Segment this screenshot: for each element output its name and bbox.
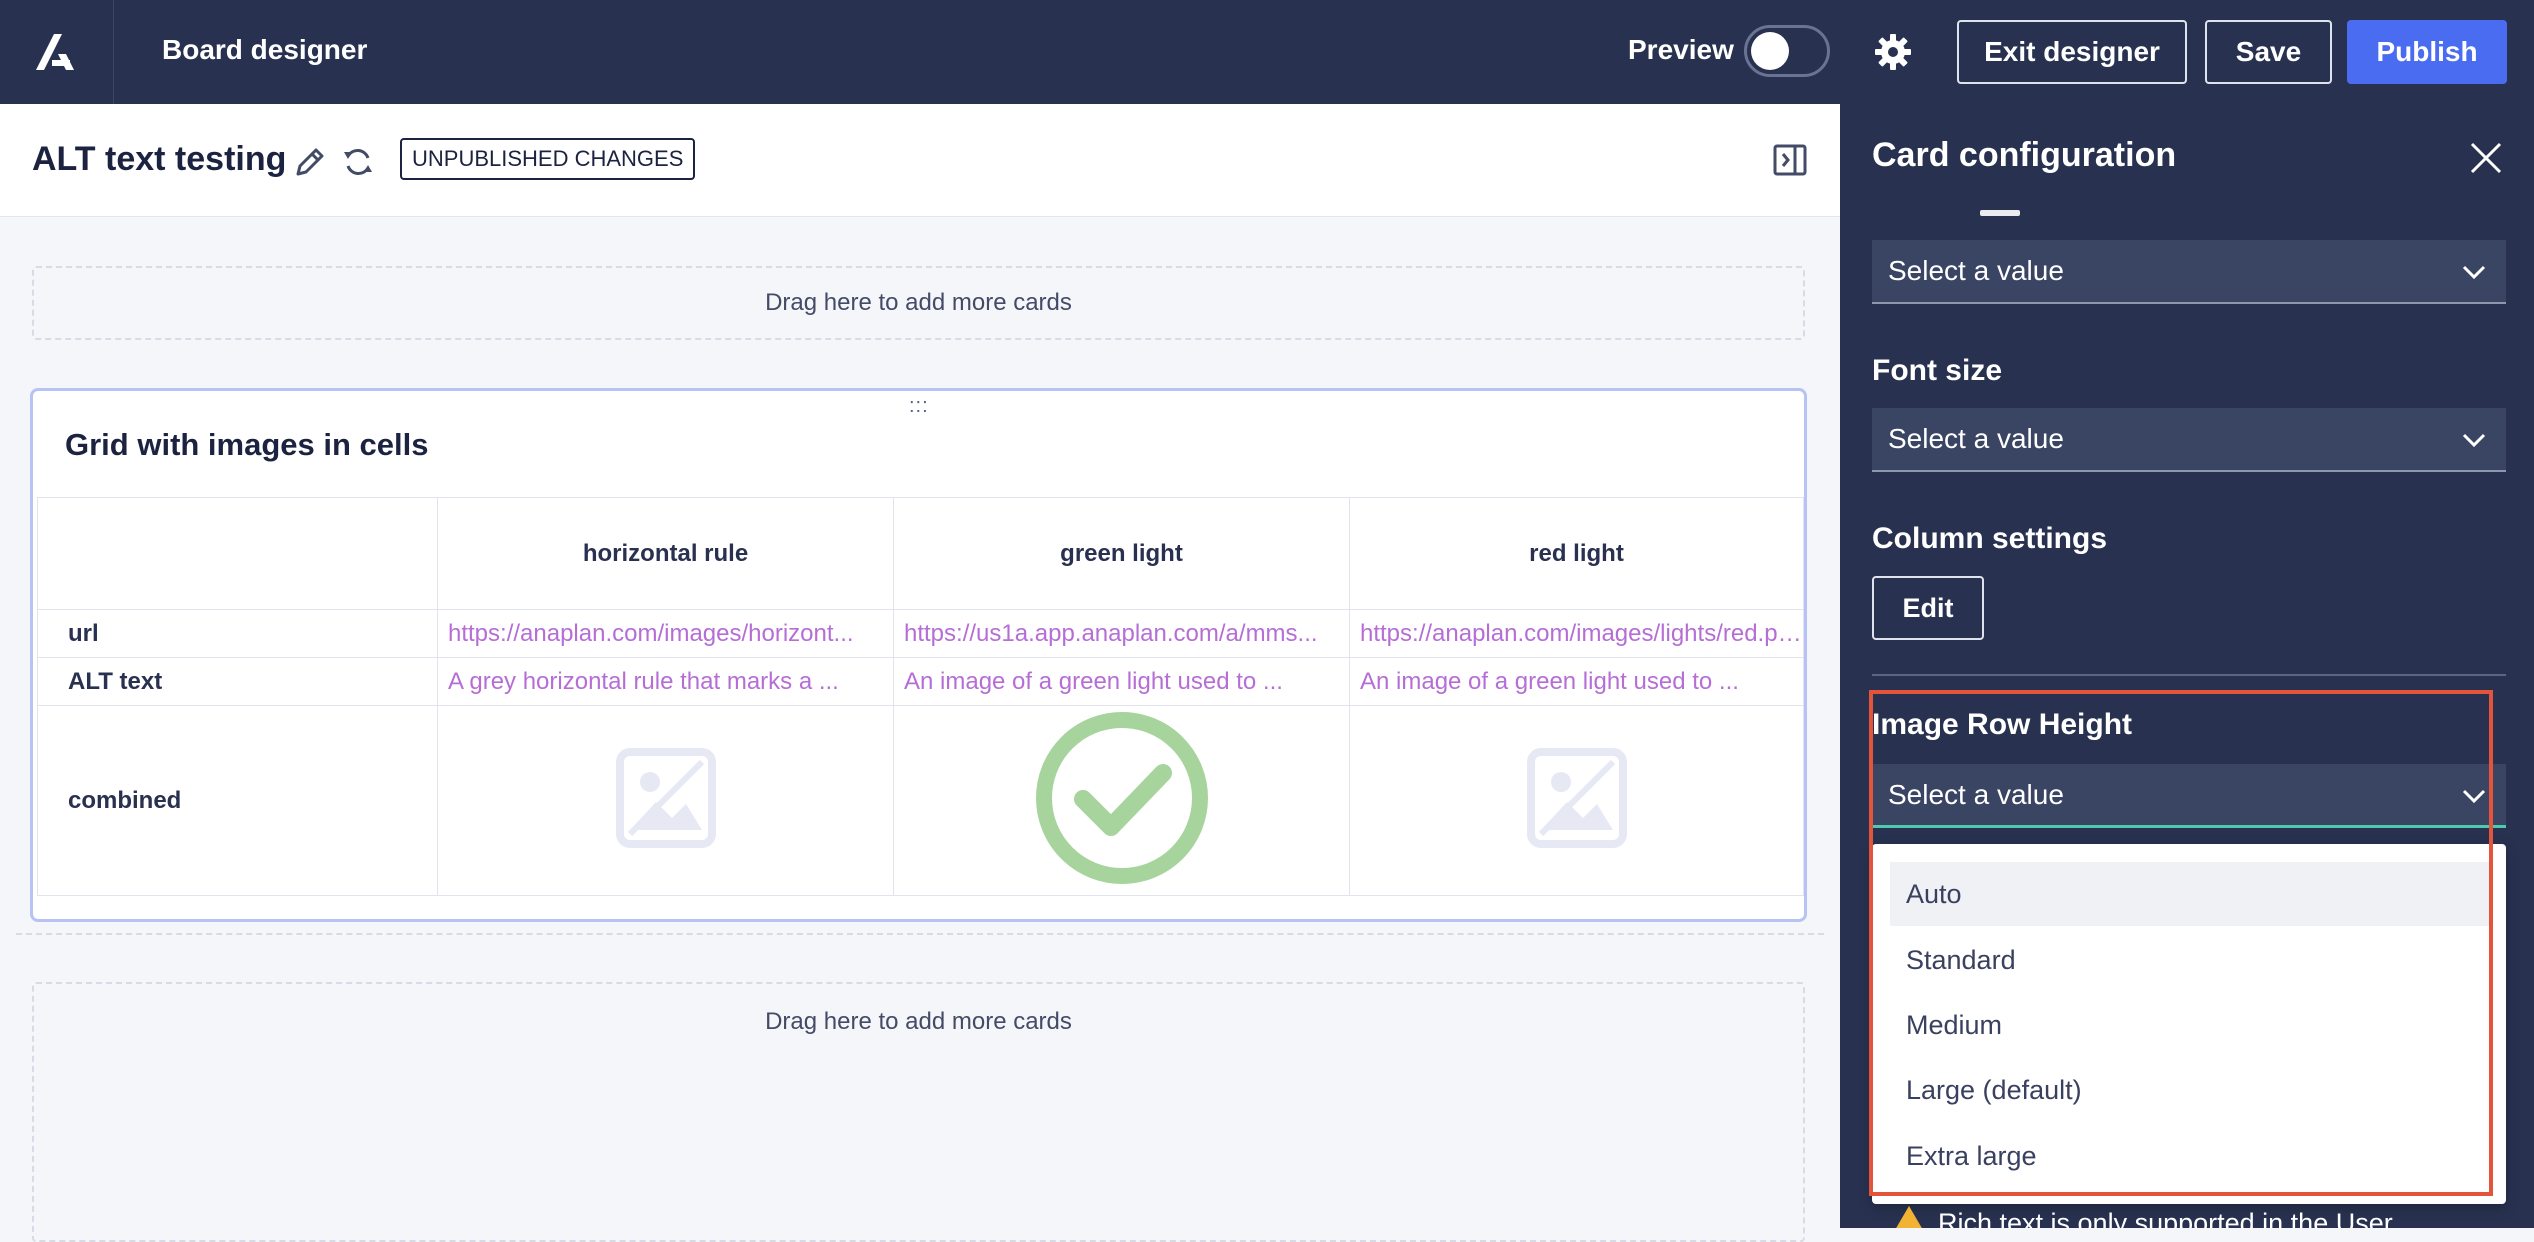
toggle-knob bbox=[1751, 32, 1789, 70]
select-value: Select a value bbox=[1888, 423, 2064, 454]
refresh-icon[interactable] bbox=[340, 144, 376, 180]
board-canvas: ALT text testing UNPUBLISHED CHANGES Dra… bbox=[0, 104, 1840, 1242]
corner-cell bbox=[37, 497, 438, 610]
image-placeholder-icon bbox=[1526, 748, 1627, 848]
card-title: Grid with images in cells bbox=[65, 427, 429, 462]
select-value: Select a value bbox=[1888, 255, 2064, 286]
table-row: url https://anaplan.com/images/horizont.… bbox=[37, 609, 1804, 658]
panel-title: Card configuration bbox=[1872, 136, 2177, 174]
row-header: url bbox=[37, 609, 438, 658]
chevron-down-icon bbox=[2462, 789, 2486, 804]
option-auto[interactable]: Auto bbox=[1890, 862, 2490, 926]
collapse-panel-icon[interactable] bbox=[1772, 142, 1808, 178]
data-grid: horizontal rule green light red light ur… bbox=[37, 497, 1804, 896]
image-row-height-options: Auto Standard Medium Large (default) Ext… bbox=[1872, 844, 2506, 1204]
table-row: ALT text A grey horizontal rule that mar… bbox=[37, 657, 1804, 706]
column-settings-label: Column settings bbox=[1872, 522, 2108, 555]
url-cell[interactable]: https://us1a.app.anaplan.com/a/mms... bbox=[893, 609, 1350, 658]
unpublished-changes-badge: UNPUBLISHED CHANGES bbox=[400, 138, 696, 180]
column-header[interactable]: red light bbox=[1349, 497, 1804, 610]
alt-text-cell[interactable]: An image of a green light used to ... bbox=[1349, 657, 1804, 706]
url-cell[interactable]: https://anaplan.com/images/horizont... bbox=[437, 609, 894, 658]
board-title: ALT text testing bbox=[32, 140, 287, 178]
preview-toggle[interactable] bbox=[1744, 25, 1830, 77]
pencil-icon[interactable] bbox=[292, 144, 328, 180]
chevron-down-icon bbox=[2462, 265, 2486, 280]
top-bar: Board designer Preview Exit designer Sav… bbox=[0, 0, 2534, 104]
exit-designer-button[interactable]: Exit designer bbox=[1957, 20, 2187, 84]
chevron-down-icon bbox=[2462, 433, 2486, 448]
table-row: combined bbox=[37, 705, 1804, 896]
warning-icon bbox=[1896, 1206, 1922, 1228]
preview-label: Preview bbox=[1628, 34, 1734, 65]
board-header: ALT text testing UNPUBLISHED CHANGES bbox=[0, 104, 1840, 217]
clipped-label bbox=[1872, 208, 2172, 218]
dropzone-bottom[interactable]: Drag here to add more cards bbox=[32, 982, 1805, 1242]
option-medium[interactable]: Medium bbox=[1890, 993, 2490, 1057]
image-cell[interactable] bbox=[893, 705, 1350, 896]
option-large[interactable]: Large (default) bbox=[1890, 1058, 2490, 1122]
app-title: Board designer bbox=[162, 34, 368, 65]
image-cell[interactable] bbox=[437, 705, 894, 896]
select-value: Select a value bbox=[1888, 778, 2064, 810]
url-cell[interactable]: https://anaplan.com/images/lights/red.pn… bbox=[1349, 609, 1804, 658]
section-divider bbox=[1872, 674, 2506, 676]
logo-icon bbox=[35, 34, 74, 70]
rich-text-hint: Rich text is only supported in the User bbox=[1938, 1208, 2393, 1228]
row-header: ALT text bbox=[37, 657, 438, 706]
close-icon[interactable] bbox=[2466, 138, 2506, 178]
gear-icon[interactable] bbox=[1871, 30, 1915, 74]
anaplan-logo[interactable] bbox=[0, 0, 114, 104]
option-standard[interactable]: Standard bbox=[1890, 928, 2490, 992]
image-row-height-select[interactable]: Select a value bbox=[1872, 764, 2506, 828]
image-row-height-label: Image Row Height bbox=[1872, 708, 2133, 741]
column-header[interactable]: horizontal rule bbox=[437, 497, 894, 610]
card-configuration-panel: Card configuration Select a value Font s… bbox=[1840, 104, 2534, 1228]
option-extra-large[interactable]: Extra large bbox=[1890, 1124, 2490, 1188]
top-select[interactable]: Select a value bbox=[1872, 240, 2506, 304]
edit-columns-button[interactable]: Edit bbox=[1872, 576, 1984, 640]
row-header: combined bbox=[37, 705, 438, 896]
font-size-label: Font size bbox=[1872, 354, 2003, 387]
save-button[interactable]: Save bbox=[2205, 20, 2332, 84]
column-header[interactable]: green light bbox=[893, 497, 1350, 610]
publish-button[interactable]: Publish bbox=[2347, 20, 2507, 84]
green-check-icon bbox=[1035, 712, 1208, 884]
alt-text-cell[interactable]: A grey horizontal rule that marks a ... bbox=[437, 657, 894, 706]
image-placeholder-icon bbox=[615, 748, 716, 848]
dropzone-top[interactable]: Drag here to add more cards bbox=[32, 266, 1805, 340]
drag-handle[interactable]: ::: bbox=[909, 395, 929, 418]
grid-card[interactable]: ::: Grid with images in cells horizontal… bbox=[30, 388, 1807, 922]
drop-separator bbox=[16, 933, 1824, 935]
image-cell[interactable] bbox=[1349, 705, 1804, 896]
font-size-select[interactable]: Select a value bbox=[1872, 408, 2506, 472]
alt-text-cell[interactable]: An image of a green light used to ... bbox=[893, 657, 1350, 706]
